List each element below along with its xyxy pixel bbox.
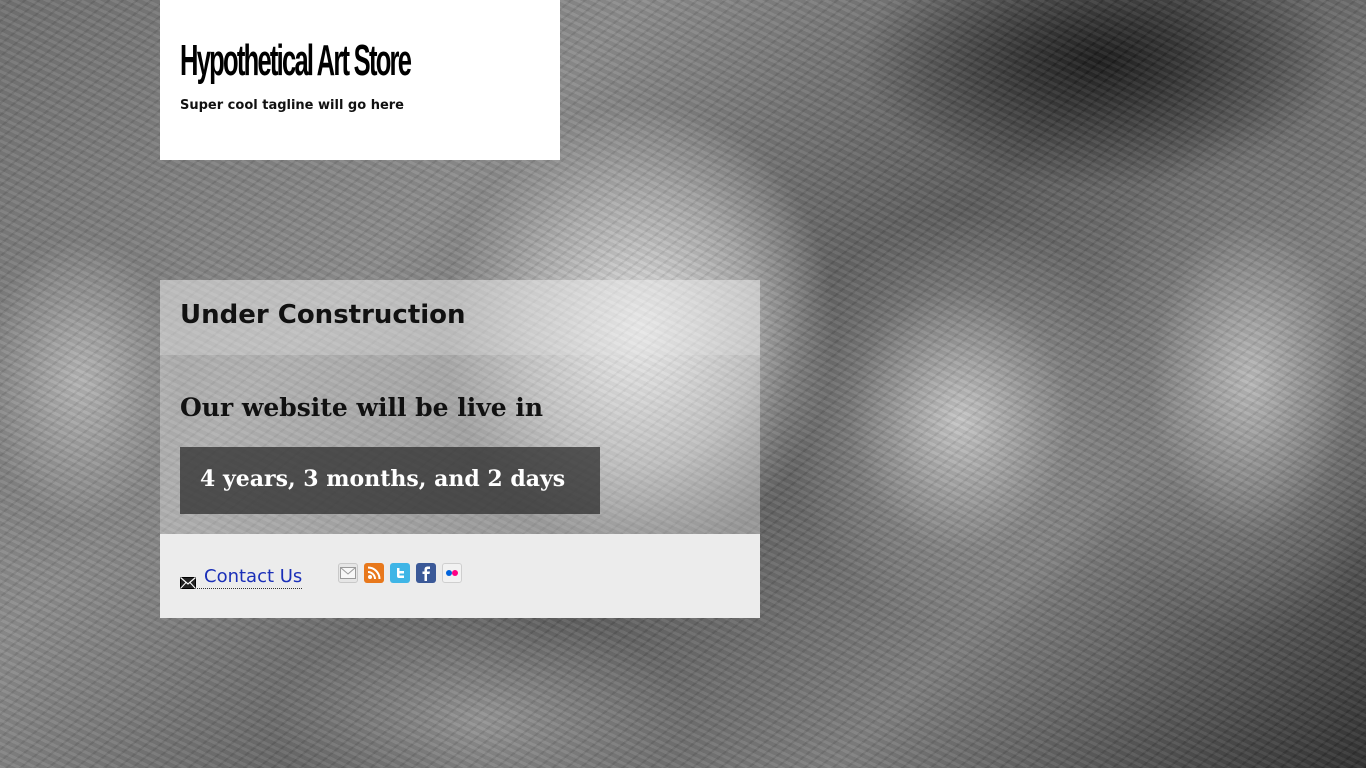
envelope-icon	[180, 574, 196, 589]
site-title[interactable]: Hypothetical Art Store	[180, 32, 412, 90]
panel-title: Under Construction	[180, 300, 466, 330]
flickr-icon[interactable]	[442, 563, 462, 583]
countdown-value: 4 years, 3 months, and 2 days	[200, 466, 566, 492]
social-links	[338, 563, 462, 583]
facebook-icon[interactable]	[416, 563, 436, 583]
contact-us-label: Contact Us	[204, 566, 303, 587]
countdown-box: 4 years, 3 months, and 2 days	[180, 447, 600, 514]
live-in-text: Our website will be live in	[180, 393, 544, 422]
rss-icon[interactable]	[364, 563, 384, 583]
panel-footer: Contact Us	[160, 534, 760, 618]
contact-us-link[interactable]: Contact Us	[180, 566, 303, 589]
email-icon[interactable]	[338, 563, 358, 583]
twitter-icon[interactable]	[390, 563, 410, 583]
site-header: Hypothetical Art Store Super cool taglin…	[160, 0, 560, 160]
panel-header: Under Construction	[160, 280, 760, 355]
construction-panel: Under Construction Our website will be l…	[160, 280, 760, 618]
site-tagline: Super cool tagline will go here	[180, 98, 404, 113]
panel-body: Our website will be live in 4 years, 3 m…	[160, 355, 760, 534]
